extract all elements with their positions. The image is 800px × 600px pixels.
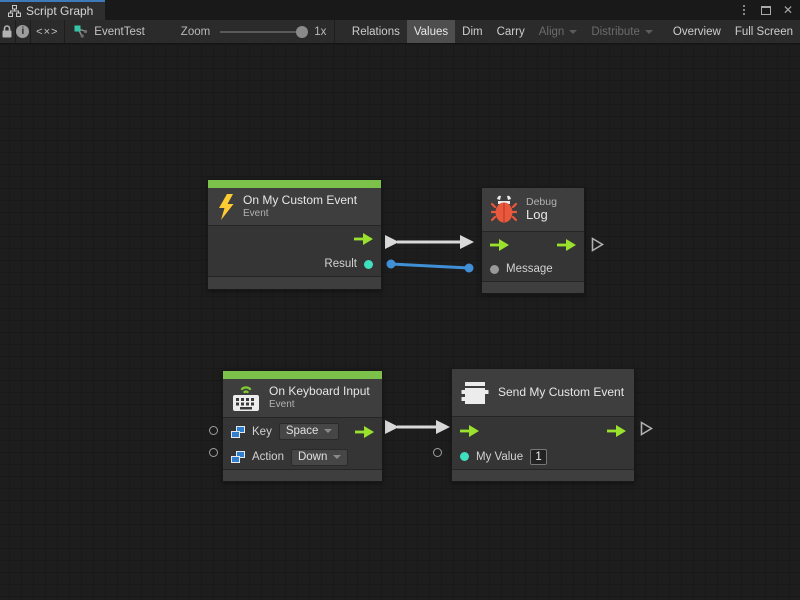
zoom-slider[interactable] xyxy=(220,26,308,38)
exec-out-triangle[interactable] xyxy=(591,237,604,252)
node-on-keyboard-input[interactable]: On Keyboard Input Event Key Space Action xyxy=(222,370,383,482)
exec-input-port[interactable] xyxy=(490,239,509,251)
exec-output-port[interactable] xyxy=(355,426,374,438)
node-footer xyxy=(208,276,381,289)
node-header[interactable]: Debug Log xyxy=(482,188,584,232)
info-button[interactable]: i xyxy=(15,20,30,43)
port-label-my-value: My Value xyxy=(476,451,523,463)
port-label-message: Message xyxy=(506,263,553,275)
exec-output-port[interactable] xyxy=(607,425,626,437)
chevron-down-icon xyxy=(645,30,653,34)
graph-asset-icon xyxy=(74,25,88,38)
dim-button[interactable]: Dim xyxy=(455,20,489,43)
exec-output-port[interactable] xyxy=(354,233,373,245)
fullscreen-button[interactable]: Full Screen xyxy=(728,20,800,43)
node-header[interactable]: On Keyboard Input Event xyxy=(223,379,382,418)
result-output-port[interactable] xyxy=(364,260,373,269)
node-footer xyxy=(452,469,634,481)
graph-toolbar: i <×> EventTest Zoom 1x Relations Values… xyxy=(0,20,800,44)
message-input-port[interactable] xyxy=(490,265,499,274)
window-controls: ✕ xyxy=(736,0,796,20)
node-footer xyxy=(482,281,584,293)
zoom-label: Zoom xyxy=(181,26,210,38)
key-port-ring[interactable] xyxy=(209,426,218,435)
carry-button[interactable]: Carry xyxy=(490,20,532,43)
node-header[interactable]: On My Custom Event Event xyxy=(208,188,381,226)
close-icon[interactable]: ✕ xyxy=(780,2,796,18)
toolbar-buttons: Relations Values Dim Carry Align Distrib… xyxy=(345,20,800,43)
graph-name: EventTest xyxy=(94,26,145,38)
event-machine-icon xyxy=(461,379,489,407)
my-value-input[interactable]: 1 xyxy=(530,449,547,465)
zoom-control: Zoom 1x xyxy=(181,26,327,38)
relations-button[interactable]: Relations xyxy=(345,20,407,43)
zoom-slider-handle[interactable] xyxy=(296,26,308,38)
node-footer xyxy=(223,469,382,481)
code-icon: <×> xyxy=(36,26,58,38)
node-subtitle: Event xyxy=(243,208,357,220)
overview-button[interactable]: Overview xyxy=(666,20,728,43)
my-value-port-ring[interactable] xyxy=(433,448,442,457)
wire-value-result-to-message[interactable] xyxy=(387,260,474,273)
tab-bar: Script Graph ✕ xyxy=(0,0,800,20)
action-dropdown[interactable]: Down xyxy=(291,449,348,466)
chevron-down-icon xyxy=(324,429,332,433)
align-button[interactable]: Align xyxy=(532,20,585,43)
graph-canvas[interactable]: On My Custom Event Event Result xyxy=(0,45,800,600)
port-label-result: Result xyxy=(324,258,357,270)
node-title: On My Custom Event xyxy=(243,194,357,208)
event-strip xyxy=(208,180,381,188)
node-send-my-custom-event[interactable]: Send My Custom Event My Value 1 xyxy=(451,368,635,482)
wire-exec-keyboard-to-send[interactable] xyxy=(385,420,450,434)
enum-type-icon xyxy=(231,426,245,438)
node-title: Send My Custom Event xyxy=(498,386,624,400)
toolbar-separator xyxy=(334,20,335,43)
node-title: Log xyxy=(526,208,557,223)
zoom-value: 1x xyxy=(314,26,326,38)
enum-type-icon xyxy=(231,451,245,463)
action-port-ring[interactable] xyxy=(209,448,218,457)
graph-breadcrumb[interactable]: EventTest xyxy=(64,25,155,38)
zoom-slider-track xyxy=(220,31,308,33)
my-value-input-port[interactable] xyxy=(460,452,469,461)
exec-output-port[interactable] xyxy=(557,239,576,251)
exec-out-triangle[interactable] xyxy=(640,421,653,436)
node-debug-log[interactable]: Debug Log Message xyxy=(481,187,585,294)
node-title: On Keyboard Input xyxy=(269,385,370,399)
tab-script-graph[interactable]: Script Graph xyxy=(0,0,105,20)
connection-wires xyxy=(0,45,800,600)
exec-input-port[interactable] xyxy=(460,425,479,437)
event-strip xyxy=(223,371,382,379)
window-menu-icon[interactable] xyxy=(736,2,752,18)
info-icon: i xyxy=(16,25,29,38)
bug-icon xyxy=(491,195,517,225)
lock-icon xyxy=(1,25,13,38)
chevron-down-icon xyxy=(333,455,341,459)
chevron-down-icon xyxy=(569,30,577,34)
wire-exec-custom-event-to-log[interactable] xyxy=(385,235,474,249)
port-label-key: Key xyxy=(252,426,272,438)
graph-hierarchy-icon xyxy=(8,5,21,17)
values-button[interactable]: Values xyxy=(407,20,455,43)
maximize-icon[interactable] xyxy=(758,2,774,18)
port-label-action: Action xyxy=(252,451,284,463)
tab-title: Script Graph xyxy=(26,4,93,18)
wireless-keyboard-icon xyxy=(232,383,260,413)
node-header[interactable]: Send My Custom Event xyxy=(452,369,634,417)
node-on-my-custom-event[interactable]: On My Custom Event Event Result xyxy=(207,179,382,290)
lightning-bolt-icon xyxy=(217,194,234,220)
key-dropdown[interactable]: Space xyxy=(279,423,340,440)
lock-button[interactable] xyxy=(0,20,15,43)
node-subtitle: Event xyxy=(269,399,370,411)
distribute-button[interactable]: Distribute xyxy=(584,20,660,43)
code-view-button[interactable]: <×> xyxy=(31,20,64,43)
